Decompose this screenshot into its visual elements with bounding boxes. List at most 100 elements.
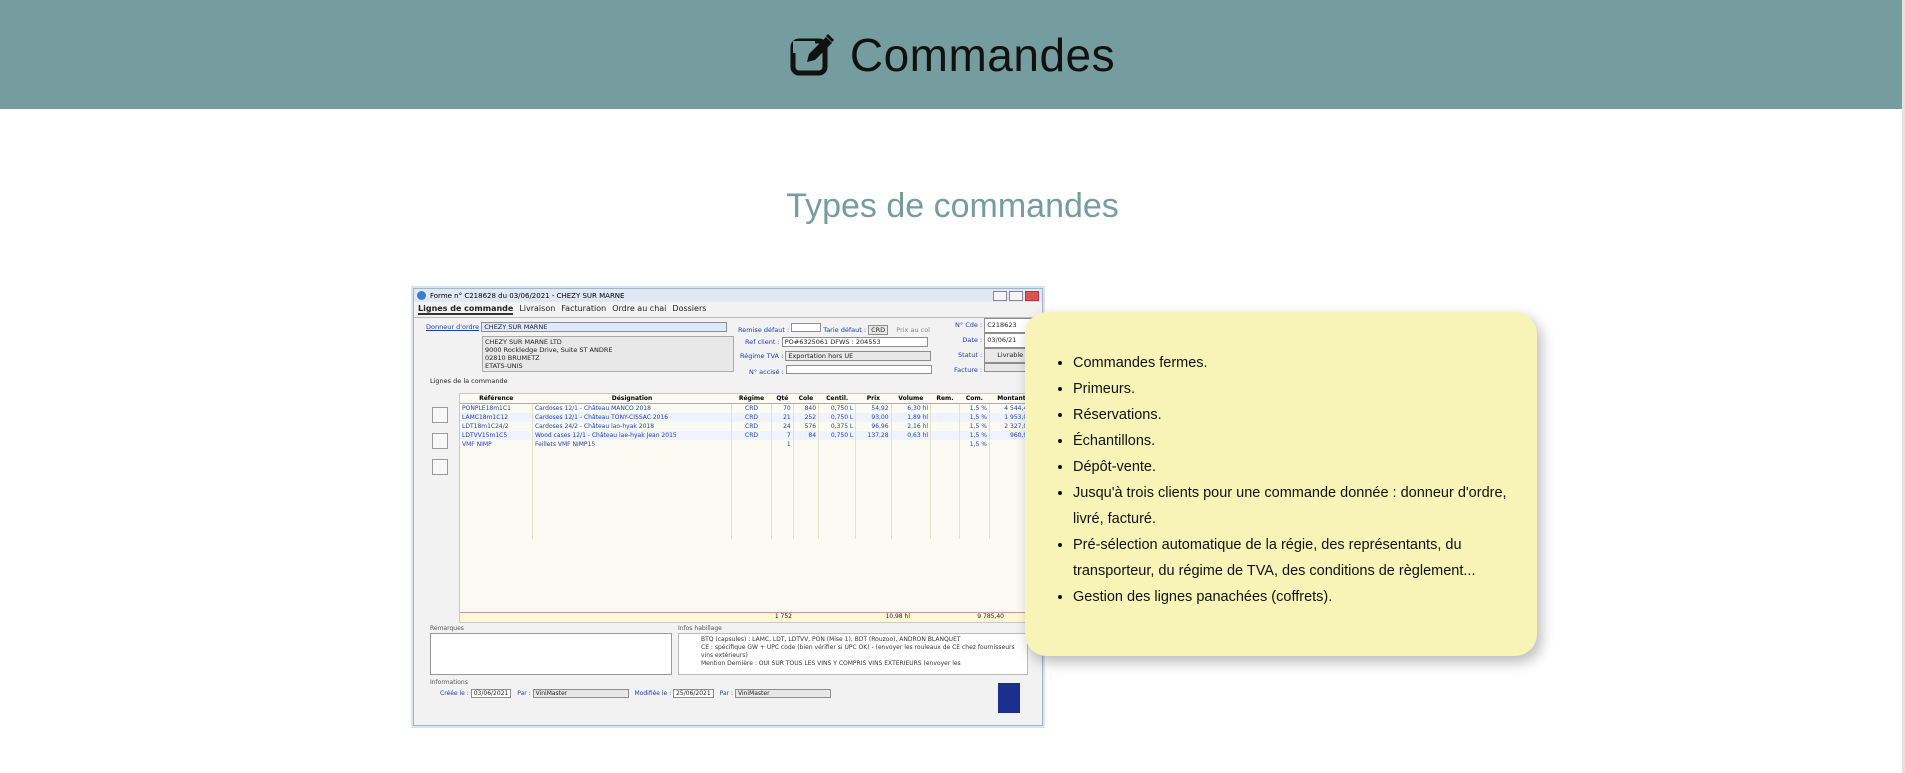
table-cell: 21 — [771, 413, 794, 422]
table-cell — [930, 431, 960, 440]
table-cell: Cardoses 24/2 - Château lao-hyak 2018 — [532, 422, 733, 431]
table-cell: 576 — [793, 422, 820, 431]
table-cell: LDT18m1C24/2 — [460, 422, 533, 431]
table-cell — [930, 413, 960, 422]
table-cell — [891, 440, 932, 449]
table-row: PONPLE18m1C1 Cardoses 12/1 - Château MANC… — [460, 403, 1035, 413]
side-toolbar — [432, 407, 448, 475]
table-header-row: Référence Désignation Régime Qté Cole Ce… — [460, 394, 1034, 404]
tarie-label: Tarie défaut : — [823, 326, 867, 334]
table-cell: 6,30 hl — [891, 403, 932, 413]
table-cell: 93,00 — [855, 413, 892, 422]
table-cell: CRD — [731, 413, 772, 422]
infos-line: Mention Dernière : OUI SUR TOUS LES VINS… — [701, 660, 961, 667]
tab-livraison: Livraison — [519, 304, 556, 313]
modif-field: 25/06/2021 — [673, 689, 714, 698]
feature-item: Dépôt-vente. — [1073, 454, 1517, 480]
table-cell — [793, 440, 820, 449]
table-cell: 252 — [793, 413, 820, 422]
cree-field: 03/06/2021 — [470, 689, 512, 698]
par2-label: Par : — [719, 690, 734, 697]
thermometer-icon — [432, 407, 448, 423]
table-row: VMF NIMP Feillets VMF NIMP15 1 1,5 % — [460, 440, 1035, 449]
vinimaster-logo-icon — [998, 683, 1020, 713]
col-volume: Volume — [891, 394, 931, 404]
remarks-label: Remarques — [430, 625, 464, 632]
accise-label: N° accisé : — [749, 368, 784, 376]
ref-label: Ref client : — [745, 338, 780, 346]
table-cell: 96,96 — [855, 422, 892, 431]
donneur-row: Donneur d'ordre CHEZY SUR MARNE — [426, 322, 728, 332]
app-icon — [417, 291, 426, 300]
window-controls — [993, 290, 1039, 301]
table-row-empty — [460, 503, 1035, 512]
remarks-textarea — [430, 633, 672, 675]
address-line: 02810 BRUMETZ — [485, 354, 540, 362]
col-qte: Qté — [771, 394, 794, 404]
par2-field: ViniMaster — [734, 689, 831, 698]
table-row-empty — [460, 521, 1035, 530]
par-label: Par : — [517, 690, 531, 697]
table-cell: Cardoses 12/1 - Château TONY-CISSAC 2016 — [532, 413, 733, 422]
col-com: Com. — [959, 394, 990, 404]
col-reference: Référence — [460, 394, 533, 404]
table-cell: 1,5 % — [959, 403, 990, 413]
address-block: CHEZY SUR MARNE LTD 9000 Rockledge Drive… — [482, 336, 734, 372]
remise-label: Remise défaut : — [738, 326, 790, 334]
ref-field: PO#6325061 DFWS : 204553 — [781, 337, 928, 347]
par-field: ViniMaster — [532, 689, 629, 698]
order-meta: N° Cde : C218623 Date : 03/06/21 Statut … — [954, 318, 1037, 377]
table-cell: 2,16 hl — [891, 422, 932, 431]
table-cell: CRD — [731, 422, 772, 431]
address-line: 9000 Rockledge Drive, Suite ST ANDRE — [485, 346, 613, 354]
form-tabs: Lignes de commande Livraison Facturation… — [414, 302, 1042, 318]
cree-label: Créée le : — [440, 690, 469, 697]
table-cell: 1,89 hl — [891, 413, 932, 422]
regime-select: Exportation hors UE — [785, 351, 932, 361]
features-card: Commandes fermes.Primeurs.Réservations.É… — [1025, 312, 1537, 656]
order-lines-table: Référence Désignation Régime Qté Cole Ce… — [459, 393, 1035, 623]
regime-row: Régime TVA : Exportation hors UE — [740, 351, 932, 361]
table-row-empty — [460, 467, 1035, 476]
edit-icon — [432, 459, 448, 475]
table-cell: Wood cases 12/1 - Château lae-hyak Jean … — [532, 431, 733, 440]
total-volume: 10,98 hl — [885, 613, 910, 620]
table-cell: 0,375 L — [818, 422, 857, 431]
table-row: LDT18m1C24/2 Cardoses 24/2 - Château lao-… — [460, 422, 1035, 431]
table-cell: 1,5 % — [959, 440, 990, 449]
audit-row: Créée le : 03/06/2021 Par : ViniMaster M… — [440, 689, 831, 698]
ref-row: Ref client : PO#6325061 DFWS : 204553 — [745, 337, 928, 347]
regime-label: Régime TVA : — [740, 352, 784, 360]
table-cell: 24 — [771, 422, 794, 431]
table-cell — [930, 440, 960, 449]
donneur-label: Donneur d'ordre — [426, 323, 480, 331]
col-cole: Cole — [793, 394, 819, 404]
remise-field — [791, 323, 822, 332]
feature-item: Échantillons. — [1073, 428, 1517, 454]
table-cell: Cardoses 12/1 - Château MANCO 2018 — [532, 403, 733, 413]
table-cell: CRD — [731, 431, 772, 440]
pencil-square-icon — [790, 33, 834, 75]
table-cell: 84 — [793, 431, 820, 440]
table-row-empty — [460, 494, 1035, 503]
table-cell: 1,5 % — [959, 431, 990, 440]
section-title: Types de commandes — [786, 187, 1119, 225]
table-cell: Feillets VMF NIMP15 — [532, 440, 733, 449]
accise-row: N° accisé : — [749, 365, 932, 376]
remise-row: Remise défaut : Tarie défaut : CRD Prix … — [738, 323, 930, 335]
address-line: ETATS-UNIS — [485, 362, 523, 370]
infos-habillage: BTQ (capsules) : LAMC, LDT, LDTVV, PON (… — [678, 633, 1028, 675]
table-cell: 0,750 L — [818, 431, 857, 440]
table-cell — [930, 403, 960, 413]
page-header: Commandes — [0, 0, 1905, 109]
table-row-empty — [460, 485, 1035, 494]
feature-item: Gestion des lignes panachées (coffrets). — [1073, 584, 1517, 610]
table-cell: PONPLE18m1C1 — [460, 403, 533, 413]
table-cell: VMF NIMP — [460, 440, 533, 449]
modif-label: Modifiée le : — [634, 690, 672, 697]
informations-label: Informations — [430, 679, 468, 686]
table-row-empty — [460, 458, 1035, 467]
bottom-area: Remarques Infos habillage BTQ (capsules)… — [430, 625, 1034, 717]
totals-row: 1 752 10,98 hl 9 785,40 — [460, 612, 1034, 622]
address-line: CHEZY SUR MARNE LTD — [485, 338, 562, 346]
